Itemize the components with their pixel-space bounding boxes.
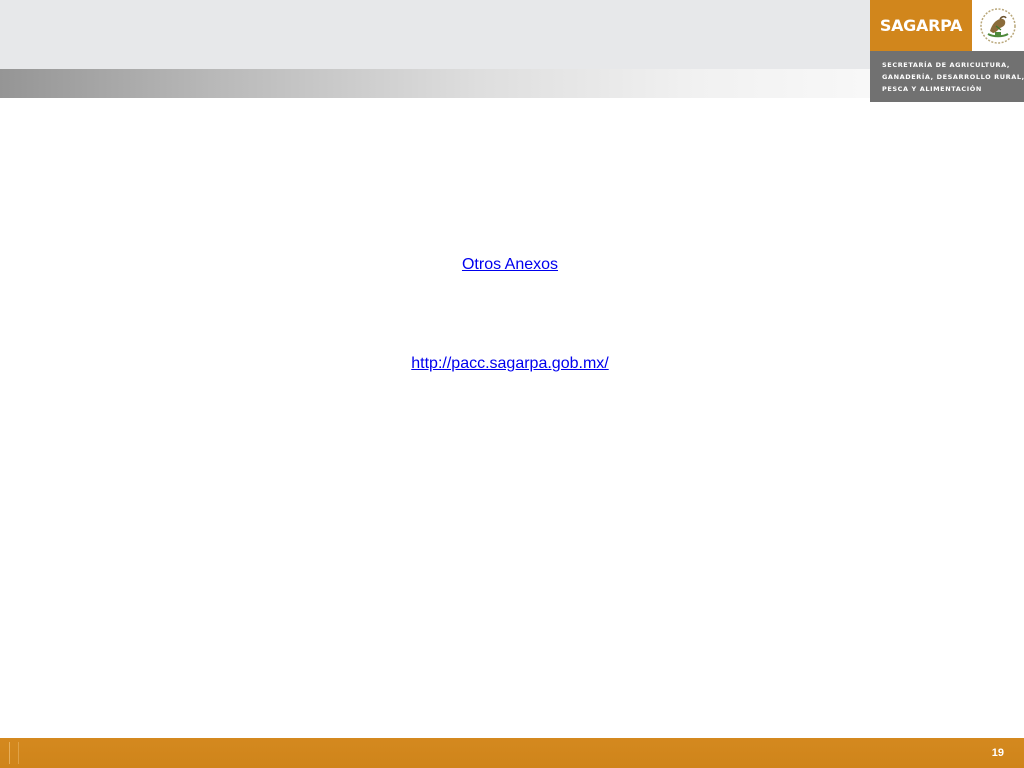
logo-seal-box: [972, 0, 1024, 51]
logo-subtitle-line: SECRETARÍA DE AGRICULTURA,: [882, 61, 1010, 69]
logo-wordmark-box: SAGARPA: [870, 0, 972, 51]
pacc-sagarpa-url-link[interactable]: http://pacc.sagarpa.gob.mx/: [0, 355, 1022, 373]
logo-subtitle-line: GANADERÍA, DESARROLLO RURAL,: [882, 73, 1024, 81]
mexican-coat-of-arms-icon: [980, 7, 1016, 44]
otros-anexos-link[interactable]: Otros Anexos: [0, 256, 1022, 274]
logo-subtitle: SECRETARÍA DE AGRICULTURA, GANADERÍA, DE…: [882, 59, 1024, 95]
footer-bar: 19: [0, 738, 1024, 768]
sagarpa-logo: SAGARPA SECRETARÍA DE AGRICULTURA, GANAD…: [870, 0, 1024, 102]
header-gradient-band: [0, 69, 870, 98]
slide: SAGARPA SECRETARÍA DE AGRICULTURA, GANAD…: [0, 0, 1024, 768]
logo-subtitle-line: PESCA Y ALIMENTACIÓN: [882, 85, 982, 93]
header-top-bar: [0, 0, 870, 69]
page-number: 19: [991, 747, 1004, 759]
footer-decoration: [9, 742, 19, 764]
logo-wordmark: SAGARPA: [879, 16, 963, 35]
